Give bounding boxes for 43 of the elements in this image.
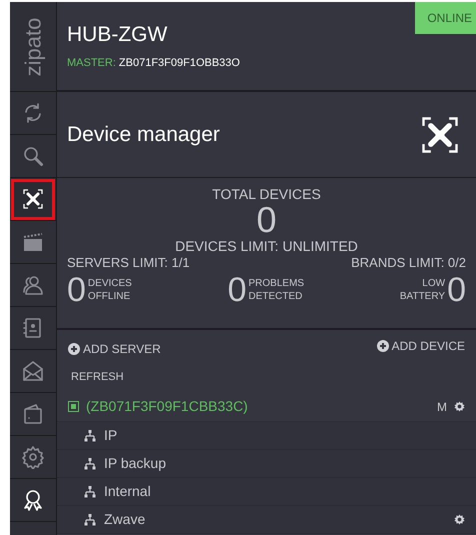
counter-label: OFFLINE xyxy=(88,290,130,303)
network-icon xyxy=(84,458,96,470)
counter-label: PROBLEMS xyxy=(248,277,304,290)
counter-label: LOW xyxy=(422,277,446,290)
server-name[interactable]: (ZB071F3F09F1CBB33C) xyxy=(86,396,430,417)
network-icon xyxy=(84,486,96,498)
envelope-icon xyxy=(21,359,45,383)
settings-icon[interactable] xyxy=(454,514,465,525)
award-icon xyxy=(21,488,45,512)
network-icon xyxy=(84,514,96,526)
counter-value: 0 xyxy=(67,273,86,307)
devices-limit: DEVICES LIMIT: UNLIMITED xyxy=(175,237,358,255)
plus-icon xyxy=(68,343,80,355)
tools-icon xyxy=(21,187,45,211)
wallet-icon xyxy=(21,402,45,426)
counter-value: 0 xyxy=(447,273,466,307)
master-letter: M xyxy=(437,398,447,416)
plus-icon xyxy=(376,340,389,352)
status-badge: ONLINE xyxy=(415,2,476,34)
master-label: MASTER: xyxy=(67,58,116,69)
sidebar-item[interactable] xyxy=(10,178,56,221)
add-server-link[interactable]: ADD SERVER xyxy=(68,340,161,358)
counter-label: DEVICES xyxy=(88,277,132,290)
add-device-link[interactable]: ADD DEVICE xyxy=(376,337,465,355)
network-icon xyxy=(84,430,96,442)
server-status-icon xyxy=(68,401,79,412)
hub-title: HUB-ZGW xyxy=(67,24,168,45)
counter-value: 0 xyxy=(228,273,247,307)
settings-icon[interactable] xyxy=(454,401,465,412)
total-devices-label: TOTAL DEVICES xyxy=(212,185,321,203)
total-devices-count: 0 xyxy=(256,203,277,237)
master-id: ZB071F3F09F1OBB33O xyxy=(118,58,240,69)
servers-limit: SERVERS LIMIT: 1/1 xyxy=(67,255,190,271)
refresh-link[interactable]: REFRESH xyxy=(71,368,124,386)
page-title: Device manager xyxy=(67,122,220,148)
users-icon xyxy=(21,273,45,297)
search-icon xyxy=(21,144,45,168)
logo: zipato xyxy=(22,17,44,76)
counter-label: DETECTED xyxy=(248,290,302,303)
clapperboard-icon xyxy=(21,230,45,254)
settings-icon xyxy=(21,445,45,469)
counter-label: BATTERY xyxy=(400,290,446,303)
brands-limit: BRANDS LIMIT: 0/2 xyxy=(351,255,466,271)
